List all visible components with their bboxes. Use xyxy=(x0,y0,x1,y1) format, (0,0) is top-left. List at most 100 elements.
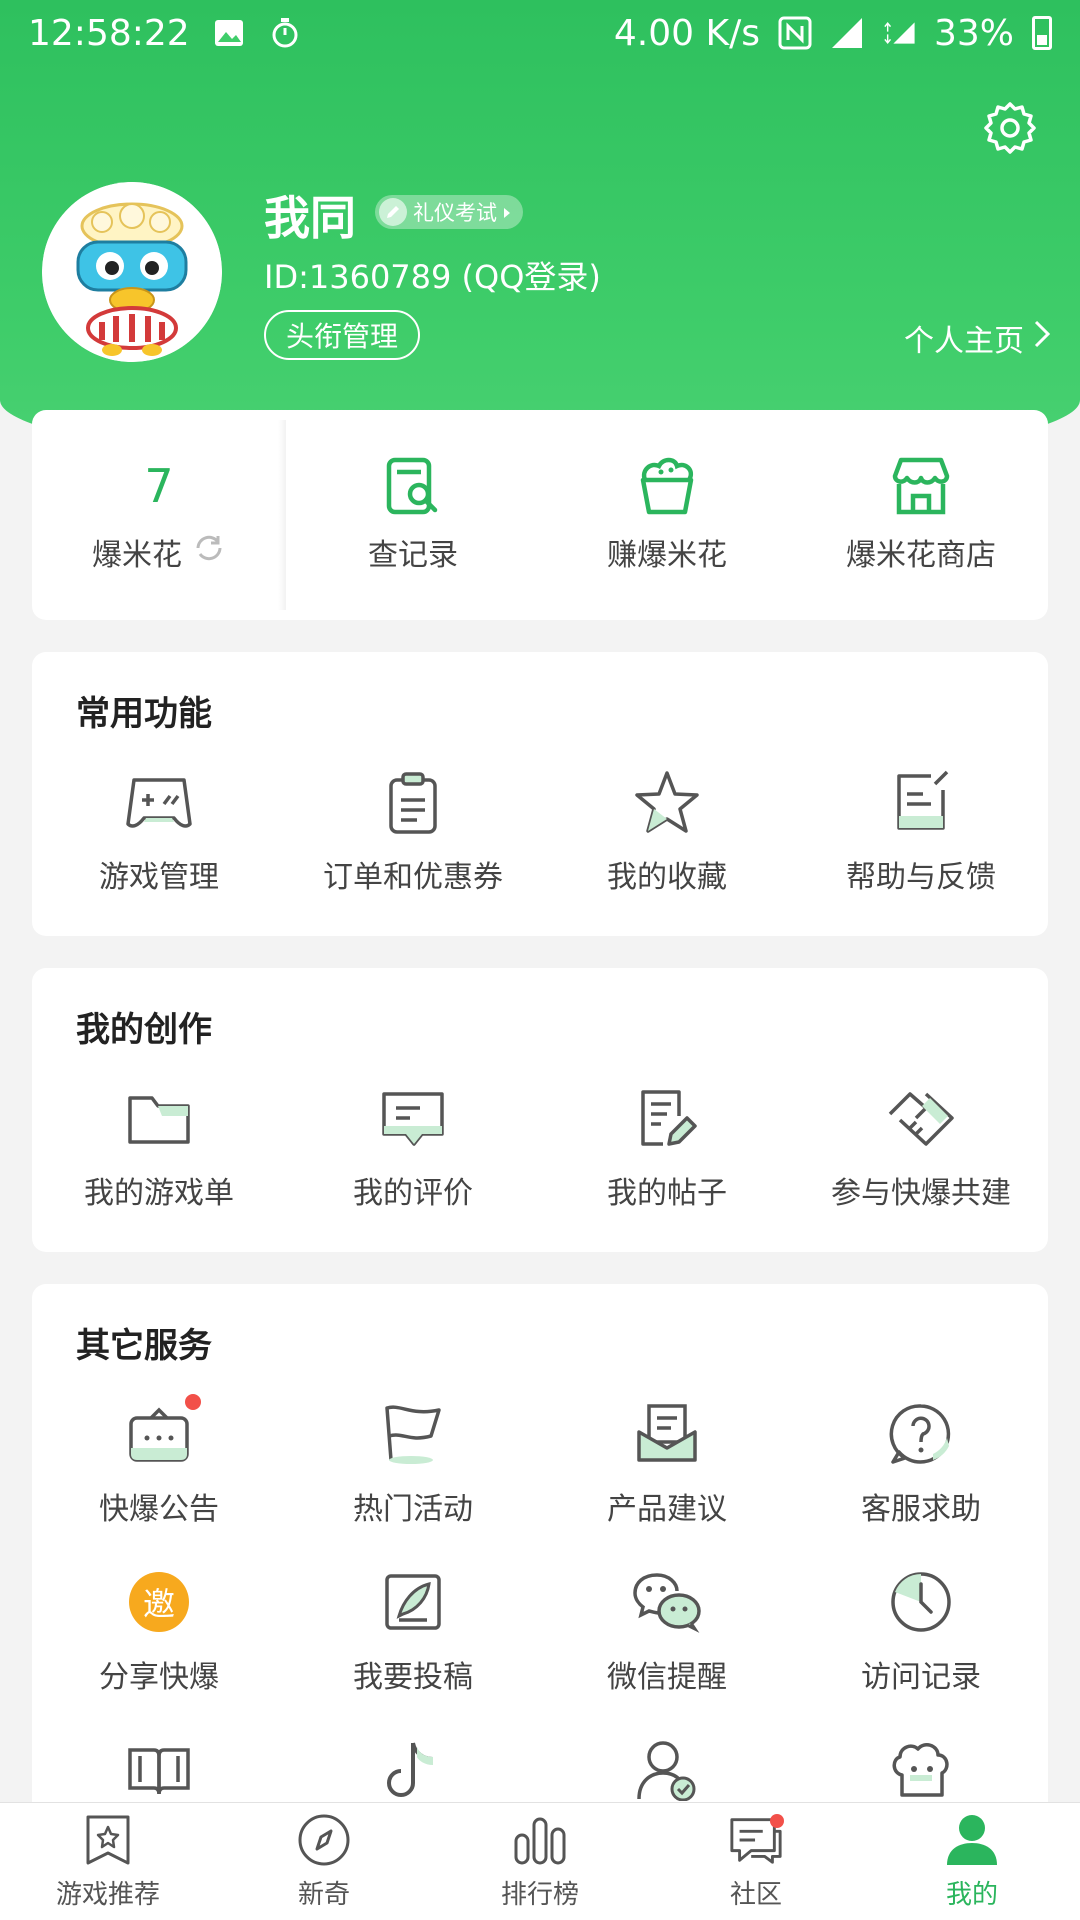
store-icon xyxy=(889,456,953,516)
settings-button[interactable] xyxy=(980,100,1040,160)
popcorn-bucket-icon xyxy=(635,456,699,516)
game-list-item[interactable]: 我的游戏单 xyxy=(32,1078,286,1246)
nav-discover-label: 新奇 xyxy=(297,1880,350,1910)
bookmark-star-icon xyxy=(80,1812,136,1868)
comment-icon xyxy=(377,1082,449,1154)
title-manage-button[interactable]: 头衔管理 xyxy=(264,310,421,360)
hot-events-label: 热门活动 xyxy=(353,1492,473,1527)
person-icon xyxy=(944,1812,1000,1868)
points-card: 7 爆米花 查记录 赚爆米花 爆米花商店 xyxy=(32,410,1048,620)
points-store[interactable]: 爆米花商店 xyxy=(794,410,1048,620)
profile-homepage-label: 个人主页 xyxy=(904,324,1024,359)
orders-coupons-item[interactable]: 订单和优惠券 xyxy=(286,762,540,930)
mail-icon xyxy=(631,1398,703,1470)
notification-dot xyxy=(185,1394,201,1410)
popcorn-count-label: 爆米花 xyxy=(92,538,182,573)
star-icon xyxy=(631,766,703,838)
flag-icon xyxy=(377,1398,449,1470)
posts-item[interactable]: 我的帖子 xyxy=(540,1078,794,1246)
user-verified-icon xyxy=(631,1734,703,1806)
avatar[interactable] xyxy=(42,182,222,362)
nav-mine-label: 我的 xyxy=(945,1880,998,1910)
my-creations-card: 我的创作 我的游戏单 我的评价 我的帖子 参与快爆共建 xyxy=(32,968,1048,1252)
points-earn-label: 赚爆米花 xyxy=(607,538,727,573)
profile-homepage-link[interactable]: 个人主页 xyxy=(904,316,1051,360)
gear-icon xyxy=(982,100,1038,160)
customer-service-item[interactable]: 客服求助 xyxy=(794,1394,1048,1562)
section-title-common: 常用功能 xyxy=(76,694,212,734)
visit-history-label: 访问记录 xyxy=(861,1660,981,1695)
user-id: ID:1360789 (QQ登录) xyxy=(264,258,601,296)
post-edit-icon xyxy=(631,1082,703,1154)
game-manage-label: 游戏管理 xyxy=(99,860,219,895)
chat-icon xyxy=(728,1812,784,1868)
network-speed: 4.00 K/s xyxy=(613,12,760,54)
nfc-icon xyxy=(778,16,812,50)
username: 我同 xyxy=(264,191,356,245)
clock-icon xyxy=(885,1566,957,1638)
status-time: 12:58:22 xyxy=(28,12,190,54)
nav-ranking[interactable]: 排行榜 xyxy=(432,1803,648,1920)
signal-4g-icon xyxy=(882,16,916,50)
suggestions-item[interactable]: 产品建议 xyxy=(540,1394,794,1562)
nav-game-recommend-label: 游戏推荐 xyxy=(55,1880,160,1910)
nav-game-recommend[interactable]: 游戏推荐 xyxy=(0,1803,216,1920)
brain-icon xyxy=(885,1734,957,1806)
points-record-label: 查记录 xyxy=(368,538,458,573)
bar-chart-icon xyxy=(512,1812,568,1868)
nav-discover[interactable]: 新奇 xyxy=(216,1803,432,1920)
favorites-item[interactable]: 我的收藏 xyxy=(540,762,794,930)
points-store-label: 爆米花商店 xyxy=(846,538,996,573)
wechat-reminder-item[interactable]: 微信提醒 xyxy=(540,1562,794,1730)
nav-mine[interactable]: 我的 xyxy=(864,1803,1080,1920)
community-notification-dot xyxy=(770,1814,784,1828)
handshake-icon xyxy=(885,1082,957,1154)
bottom-navigation: 游戏推荐 新奇 排行榜 社区 我的 xyxy=(0,1802,1080,1920)
submit-article-item[interactable]: 我要投稿 xyxy=(286,1562,540,1730)
section-title-creation: 我的创作 xyxy=(76,1010,212,1050)
hot-events-item[interactable]: 热门活动 xyxy=(286,1394,540,1562)
announcement-item[interactable]: 快爆公告 xyxy=(32,1394,286,1562)
pencil-icon xyxy=(379,198,407,226)
invite-icon: 邀 xyxy=(123,1566,195,1638)
refresh-icon[interactable] xyxy=(192,531,226,573)
posts-label: 我的帖子 xyxy=(607,1176,727,1211)
compass-icon xyxy=(296,1812,352,1868)
gamepad-icon xyxy=(123,766,195,838)
points-earn[interactable]: 赚爆米花 xyxy=(540,410,794,620)
section-title-services: 其它服务 xyxy=(76,1326,212,1366)
quill-icon xyxy=(377,1566,449,1638)
feedback-icon xyxy=(885,766,957,838)
clipboard-icon xyxy=(377,766,449,838)
reviews-label: 我的评价 xyxy=(353,1176,473,1211)
visit-history-item[interactable]: 访问记录 xyxy=(794,1562,1048,1730)
status-bar: 12:58:22 4.00 K/s 33% xyxy=(0,0,1080,66)
folder-icon xyxy=(123,1082,195,1154)
wechat-icon xyxy=(631,1566,703,1638)
suggestions-label: 产品建议 xyxy=(607,1492,727,1527)
battery-percent: 33% xyxy=(933,12,1014,54)
invite-glyph: 邀 xyxy=(129,1572,189,1632)
badge-label: 礼仪考试 xyxy=(413,201,497,225)
battery-icon xyxy=(1032,16,1052,50)
record-search-icon xyxy=(383,456,443,516)
help-icon xyxy=(885,1398,957,1470)
customer-service-label: 客服求助 xyxy=(861,1492,981,1527)
announcement-icon xyxy=(123,1394,201,1470)
co-build-item[interactable]: 参与快爆共建 xyxy=(794,1078,1048,1246)
help-feedback-item[interactable]: 帮助与反馈 xyxy=(794,762,1048,930)
share-invite-label: 分享快爆 xyxy=(99,1660,219,1695)
exam-badge[interactable]: 礼仪考试 xyxy=(375,195,523,229)
game-manage-item[interactable]: 游戏管理 xyxy=(32,762,286,930)
reviews-item[interactable]: 我的评价 xyxy=(286,1078,540,1246)
tiktok-icon xyxy=(377,1734,449,1806)
announcement-label: 快爆公告 xyxy=(99,1492,219,1527)
book-icon xyxy=(123,1734,195,1806)
share-invite-item[interactable]: 邀 分享快爆 xyxy=(32,1562,286,1730)
nav-community[interactable]: 社区 xyxy=(648,1803,864,1920)
popcorn-count[interactable]: 7 爆米花 xyxy=(32,410,286,620)
points-record[interactable]: 查记录 xyxy=(286,410,540,620)
stopwatch-icon xyxy=(268,16,302,50)
help-feedback-label: 帮助与反馈 xyxy=(846,860,996,895)
favorites-label: 我的收藏 xyxy=(607,860,727,895)
